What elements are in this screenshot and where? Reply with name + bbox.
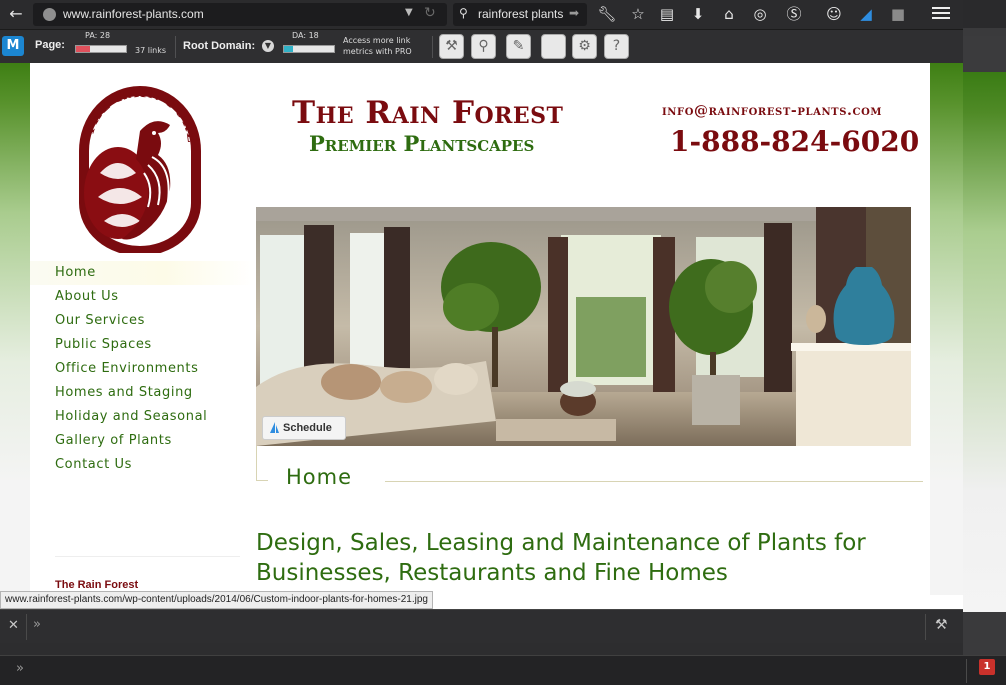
sidebar-heading: The Rain Forest bbox=[55, 579, 139, 591]
pro-upsell-link[interactable]: Access more link metrics with PRO bbox=[343, 35, 427, 57]
chevron-down-icon[interactable]: ▼ bbox=[262, 40, 274, 52]
page-content: THE RAIN FOREST The Rain Forest Premier … bbox=[30, 62, 930, 595]
status-link-preview: www.rainforest-plants.com/wp-content/upl… bbox=[0, 591, 433, 609]
moz-logo-icon[interactable]: M bbox=[2, 36, 24, 56]
chat-icon[interactable]: ☺ bbox=[824, 4, 844, 24]
divider bbox=[256, 446, 257, 481]
links-count[interactable]: 37 links bbox=[135, 46, 166, 55]
globe-icon bbox=[43, 8, 56, 21]
search-box[interactable]: ⚲ rainforest plants ➡ bbox=[453, 3, 587, 26]
nav-item-about-us[interactable]: About Us bbox=[30, 285, 255, 309]
rain-forest-logo[interactable]: THE RAIN FOREST bbox=[64, 62, 210, 256]
nav-item-gallery-of-plants[interactable]: Gallery of Plants bbox=[30, 429, 255, 453]
web-page: THE RAIN FOREST The Rain Forest Premier … bbox=[0, 62, 963, 595]
back-button[interactable]: ← bbox=[4, 3, 28, 25]
chevron-right-icon[interactable]: » bbox=[16, 661, 24, 676]
svg-text:THE RAIN FOREST: THE RAIN FOREST bbox=[70, 73, 199, 145]
nav-item-contact-us[interactable]: Contact Us bbox=[30, 453, 255, 477]
mozbar-toolbar: M Page: PA: 28 37 links Root Domain: ▼ D… bbox=[0, 29, 963, 63]
nav-item-home[interactable]: Home bbox=[30, 261, 255, 285]
chevron-right-icon[interactable]: » bbox=[33, 617, 41, 632]
divider bbox=[256, 480, 268, 481]
close-icon[interactable]: ✕ bbox=[8, 618, 19, 633]
gear-icon[interactable]: ⚙ bbox=[572, 34, 597, 59]
section-title: Home bbox=[286, 465, 353, 489]
page-label: Page: bbox=[35, 39, 65, 51]
address-bar[interactable]: www.rainforest-plants.com ▼ ↻ bbox=[33, 3, 447, 26]
notification-badge[interactable]: 1 bbox=[979, 659, 995, 675]
reload-icon[interactable]: ↻ bbox=[424, 5, 436, 21]
main-navigation: Home About Us Our Services Public Spaces… bbox=[30, 261, 255, 477]
home-icon[interactable]: ⌂ bbox=[719, 4, 739, 24]
hero-image[interactable]: Schedule bbox=[256, 207, 911, 446]
search-icon: ⚲ bbox=[459, 6, 468, 20]
navigation-toolbar: ← www.rainforest-plants.com ▼ ↻ ⚲ rainfo… bbox=[0, 0, 963, 29]
outer-taskbar: » 1 bbox=[0, 655, 1006, 685]
background-window bbox=[963, 0, 1006, 655]
s-addon-icon[interactable]: Ⓢ bbox=[784, 4, 804, 24]
site-title[interactable]: The Rain Forest bbox=[292, 95, 563, 131]
wrench-icon[interactable]: ⚒ bbox=[935, 617, 948, 633]
pa-meter bbox=[75, 45, 127, 53]
download-icon[interactable]: ⬇ bbox=[688, 4, 708, 24]
sidebar-divider bbox=[55, 556, 240, 557]
search-go-icon[interactable]: ➡ bbox=[569, 6, 579, 20]
root-domain-label: Root Domain: bbox=[183, 40, 256, 52]
address-bar-url[interactable]: www.rainforest-plants.com bbox=[63, 7, 204, 21]
blank-tool-icon[interactable] bbox=[541, 34, 566, 59]
clipboard-icon[interactable]: ▤ bbox=[657, 4, 677, 24]
wrench-icon[interactable]: ⚒ bbox=[439, 34, 464, 59]
phone-number[interactable]: 1-888-824-6020 bbox=[670, 125, 919, 158]
schedule-button-label: Schedule bbox=[283, 422, 332, 434]
addon-bar: ✕ » ⚒ bbox=[0, 609, 963, 643]
help-icon[interactable]: ? bbox=[604, 34, 629, 59]
star-icon[interactable]: ☆ bbox=[628, 4, 648, 24]
blocker-icon[interactable]: ■ bbox=[888, 4, 908, 24]
da-meter bbox=[283, 45, 335, 53]
pa-label: PA: 28 bbox=[85, 31, 111, 40]
search-input[interactable]: rainforest plants bbox=[478, 7, 563, 21]
da-label: DA: 18 bbox=[292, 31, 319, 40]
nav-item-holiday-and-seasonal[interactable]: Holiday and Seasonal bbox=[30, 405, 255, 429]
email-link[interactable]: info@rainforest-plants.com bbox=[662, 103, 882, 119]
site-subtitle: Premier Plantscapes bbox=[309, 131, 535, 156]
menu-icon[interactable] bbox=[932, 7, 950, 21]
nav-item-public-spaces[interactable]: Public Spaces bbox=[30, 333, 255, 357]
sail-icon[interactable]: ◢ bbox=[856, 4, 876, 24]
nav-item-our-services[interactable]: Our Services bbox=[30, 309, 255, 333]
divider bbox=[385, 481, 923, 482]
magnifier-icon[interactable]: ⚲ bbox=[471, 34, 496, 59]
chevron-down-icon[interactable]: ▼ bbox=[405, 7, 413, 18]
globe-addon-icon[interactable]: ◎ bbox=[750, 4, 770, 24]
page-headline: Design, Sales, Leasing and Maintenance o… bbox=[256, 530, 866, 586]
nav-item-office-environments[interactable]: Office Environments bbox=[30, 357, 255, 381]
browser-window: ← www.rainforest-plants.com ▼ ↻ ⚲ rainfo… bbox=[0, 0, 963, 643]
nav-item-homes-and-staging[interactable]: Homes and Staging bbox=[30, 381, 255, 405]
sail-icon bbox=[270, 422, 279, 433]
schedule-button[interactable]: Schedule bbox=[262, 416, 346, 440]
wrench-icon[interactable]: 🔧︎ bbox=[597, 4, 617, 24]
pencil-icon[interactable]: ✎ bbox=[506, 34, 531, 59]
